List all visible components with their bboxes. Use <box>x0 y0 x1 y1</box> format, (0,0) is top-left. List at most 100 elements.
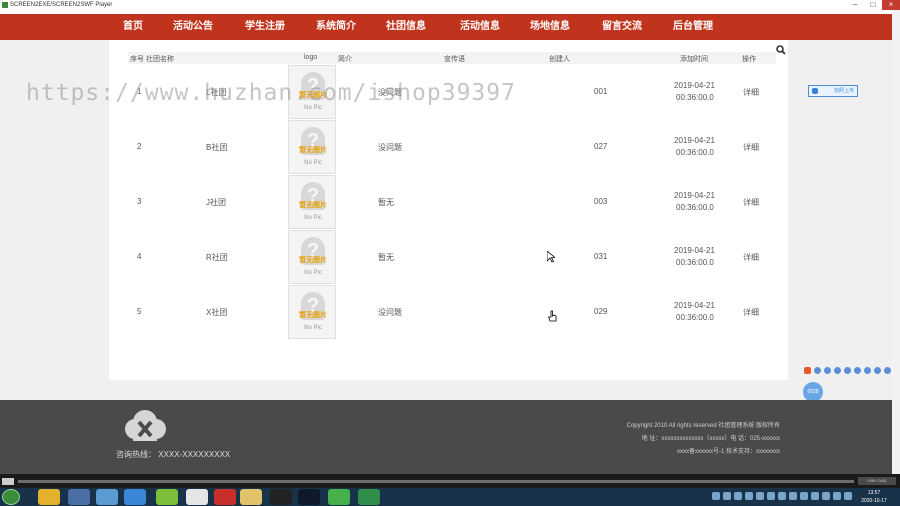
folder-icon[interactable] <box>240 489 262 505</box>
ime-voice-icon[interactable] <box>844 366 851 374</box>
tray-icon[interactable] <box>778 492 786 500</box>
clock-date: 2020-10-17 <box>861 498 887 504</box>
chrome-icon[interactable] <box>38 489 60 505</box>
header-name: 社团名称 <box>146 56 174 63</box>
no-image-label: 暂无图片 <box>299 312 327 319</box>
recorder-icon[interactable] <box>298 489 320 505</box>
close-button[interactable]: × <box>882 0 900 10</box>
cell-creator: 031 <box>594 252 608 261</box>
cell-seq: 3 <box>137 197 142 206</box>
no-pic-label: No Pic <box>304 270 322 276</box>
cell-name: B社团 <box>206 143 228 152</box>
wechat-icon[interactable] <box>328 489 350 505</box>
media-icon[interactable] <box>68 489 90 505</box>
seek-bar[interactable] <box>18 480 854 483</box>
nav-item[interactable]: 活动信息 <box>450 14 510 40</box>
ime-punct-icon[interactable] <box>824 366 831 374</box>
system-tray[interactable] <box>712 492 852 500</box>
no-pic-label: No Pic <box>304 160 322 166</box>
table-row: 3 J社团? 暂无图片 No Pic 暂无 003 2019-04-21 00:36:00.0… <box>128 175 776 230</box>
detail-link[interactable]: 详细 <box>743 197 759 208</box>
cell-seq: 4 <box>137 252 142 261</box>
tray-icon[interactable] <box>712 492 720 500</box>
tray-icon[interactable] <box>811 492 819 500</box>
floating-assistant-icon[interactable]: 0928 <box>803 382 823 402</box>
app-icon-green[interactable] <box>156 489 178 505</box>
start-button[interactable] <box>2 489 20 505</box>
minimize-button[interactable]: – <box>846 0 864 10</box>
nav-item[interactable]: 系统简介 <box>306 14 366 40</box>
cell-time: 00:36:00.0 <box>676 93 714 102</box>
detail-link[interactable]: 详细 <box>743 142 759 153</box>
photo-upload-button[interactable]: 拍照上传 <box>808 85 858 97</box>
tray-icon[interactable] <box>844 492 852 500</box>
footer-copyright: Copyright 2010 All rights reserved 社团管理系… <box>626 423 780 429</box>
nav-item[interactable]: 场地信息 <box>520 14 580 40</box>
window-title: SCREEN2EXE/SCREEN2SWF Player <box>10 2 113 8</box>
logo-placeholder-image: ? 暂无图片 No Pic <box>288 175 336 229</box>
nav-item[interactable]: 社团信息 <box>376 14 436 40</box>
cell-creator: 027 <box>594 142 608 151</box>
ime-skin-icon[interactable] <box>864 366 871 374</box>
tray-icon[interactable] <box>723 492 731 500</box>
clock-time: 13:57 <box>867 490 881 496</box>
cell-time: 00:36:00.0 <box>676 203 714 212</box>
tray-icon[interactable] <box>734 492 742 500</box>
baidu-netdisk-icon[interactable] <box>96 489 118 505</box>
table-row: 4 R社团? 暂无图片 No Pic 暂无 031 2019-04-21 00:36:00.0… <box>128 230 776 285</box>
tray-icon[interactable] <box>745 492 753 500</box>
nav-item[interactable]: 活动公告 <box>163 14 223 40</box>
logo-placeholder-image: ? 暂无图片 No Pic <box>288 120 336 174</box>
cell-intro: 暂无 <box>378 198 394 207</box>
play-pause-button[interactable] <box>2 478 14 485</box>
cell-date: 2019-04-21 <box>674 246 715 255</box>
cell-name: J社团 <box>206 198 226 207</box>
tray-icon[interactable] <box>756 492 764 500</box>
sogou-icon[interactable] <box>804 366 811 374</box>
ime-tools-icon[interactable] <box>874 366 881 374</box>
main-nav: 首页 活动公告 学生注册 系统简介 社团信息 活动信息 场地信息 留言交流 后台管理 <box>0 14 892 40</box>
cell-intro: 没问题 <box>378 308 402 317</box>
qq-icon[interactable] <box>270 489 292 505</box>
document-icon[interactable] <box>186 489 208 505</box>
detail-link[interactable]: 详细 <box>743 87 759 98</box>
ime-lang-icon[interactable] <box>814 366 821 374</box>
footer-address: 地 址：xxxxxxxxxxxxxx（xxxxx）电 话：025-xxxxxx <box>641 436 780 442</box>
cell-creator: 003 <box>594 197 608 206</box>
player-taskbar-icon[interactable] <box>358 489 380 505</box>
table-row: 2 B社团? 暂无图片 No Pic 没问题 027 2019-04-21 00:36:00.… <box>128 120 776 175</box>
cell-date: 2019-04-21 <box>674 301 715 310</box>
ime-toolbar[interactable] <box>804 364 896 376</box>
cell-seq: 5 <box>137 307 142 316</box>
cell-seq: 2 <box>137 142 142 151</box>
browser-icon[interactable] <box>124 489 146 505</box>
ime-emoji-icon[interactable] <box>834 366 841 374</box>
nav-item[interactable]: 后台管理 <box>663 14 723 40</box>
nav-item[interactable]: 首页 <box>103 14 163 40</box>
ime-keyboard-icon[interactable] <box>854 366 861 374</box>
tray-icon[interactable] <box>822 492 830 500</box>
cell-creator: 001 <box>594 87 608 96</box>
nav-item[interactable]: 学生注册 <box>235 14 295 40</box>
header-added: 添加时间 <box>680 56 708 63</box>
tray-icon[interactable] <box>833 492 841 500</box>
cell-name: X社团 <box>206 308 228 317</box>
flash-icon[interactable] <box>214 489 236 505</box>
watermark-text: https://www.huzhan.com/ishop39397 <box>26 80 516 106</box>
maximize-button[interactable]: □ <box>864 0 882 10</box>
scroll-gutter <box>892 10 900 480</box>
header-creator: 创建人 <box>549 56 570 63</box>
footer-icp: xxxx备xxxxxx号-1 技术支持：xxxxxxxx <box>676 449 780 455</box>
player-controls: 0:09 / 0:41 <box>0 474 900 488</box>
tray-icon[interactable] <box>789 492 797 500</box>
tray-icon[interactable] <box>800 492 808 500</box>
nav-item[interactable]: 留言交流 <box>592 14 652 40</box>
ime-menu-icon[interactable] <box>884 366 891 374</box>
detail-link[interactable]: 详细 <box>743 307 759 318</box>
tray-icon[interactable] <box>767 492 775 500</box>
cell-date: 2019-04-21 <box>674 136 715 145</box>
system-clock[interactable]: 13:57 2020-10-17 <box>852 489 896 505</box>
header-op: 操作 <box>742 56 756 63</box>
search-icon[interactable] <box>776 45 786 55</box>
detail-link[interactable]: 详细 <box>743 252 759 263</box>
